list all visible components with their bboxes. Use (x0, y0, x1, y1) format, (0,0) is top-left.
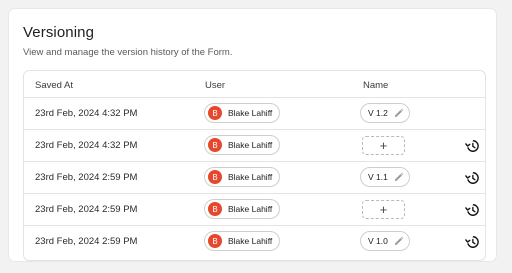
user-name: Blake Lahiff (228, 172, 273, 182)
add-version-name-button[interactable]: + (362, 200, 405, 219)
version-name-chip[interactable]: V 1.0 (360, 231, 410, 251)
add-version-name-button[interactable]: + (362, 136, 405, 155)
page-title: Versioning (23, 24, 95, 41)
user-chip[interactable]: B Blake Lahiff (204, 103, 281, 123)
saved-at-cell: 23rd Feb, 2024 2:59 PM (35, 204, 138, 215)
history-icon[interactable] (465, 235, 479, 249)
history-icon[interactable] (465, 171, 479, 185)
user-chip[interactable]: B Blake Lahiff (204, 135, 281, 155)
versioning-panel: Versioning View and manage the version h… (9, 9, 496, 261)
table-row: 23rd Feb, 2024 2:59 PM B Blake Lahiff V … (24, 162, 485, 194)
avatar: B (208, 106, 222, 120)
avatar: B (208, 234, 222, 248)
version-label: V 1.2 (368, 108, 388, 118)
version-table: Saved At User Name 23rd Feb, 2024 4:32 P… (23, 70, 486, 261)
user-name: Blake Lahiff (228, 108, 273, 118)
history-icon[interactable] (465, 203, 479, 217)
saved-at-cell: 23rd Feb, 2024 2:59 PM (35, 172, 138, 183)
column-header-name: Name (363, 80, 389, 91)
user-chip[interactable]: B Blake Lahiff (204, 199, 281, 219)
column-header-saved-at: Saved At (35, 80, 74, 91)
saved-at-cell: 23rd Feb, 2024 4:32 PM (35, 140, 138, 151)
user-name: Blake Lahiff (228, 140, 273, 150)
page-subtitle: View and manage the version history of t… (23, 47, 233, 58)
user-name: Blake Lahiff (228, 236, 273, 246)
version-name-chip[interactable]: V 1.1 (360, 167, 410, 187)
avatar: B (208, 138, 222, 152)
user-chip[interactable]: B Blake Lahiff (204, 231, 281, 251)
version-label: V 1.0 (368, 236, 388, 246)
user-chip[interactable]: B Blake Lahiff (204, 167, 281, 187)
table-row: 23rd Feb, 2024 2:59 PM B Blake Lahiff V … (24, 226, 485, 258)
table-header: Saved At User Name (24, 71, 485, 98)
version-label: V 1.1 (368, 172, 388, 182)
saved-at-cell: 23rd Feb, 2024 4:32 PM (35, 108, 138, 119)
pencil-icon[interactable] (393, 108, 404, 119)
pencil-icon[interactable] (393, 236, 404, 247)
avatar: B (208, 202, 222, 216)
table-row: 23rd Feb, 2024 2:59 PM B Blake Lahiff + (24, 194, 485, 226)
table-row: 23rd Feb, 2024 4:32 PM B Blake Lahiff + (24, 130, 485, 162)
saved-at-cell: 23rd Feb, 2024 2:59 PM (35, 236, 138, 247)
column-header-user: User (205, 80, 226, 91)
pencil-icon[interactable] (393, 172, 404, 183)
table-row: 23rd Feb, 2024 4:32 PM B Blake Lahiff V … (24, 98, 485, 130)
version-name-chip[interactable]: V 1.2 (360, 103, 410, 123)
user-name: Blake Lahiff (228, 204, 273, 214)
avatar: B (208, 170, 222, 184)
history-icon[interactable] (465, 139, 479, 153)
